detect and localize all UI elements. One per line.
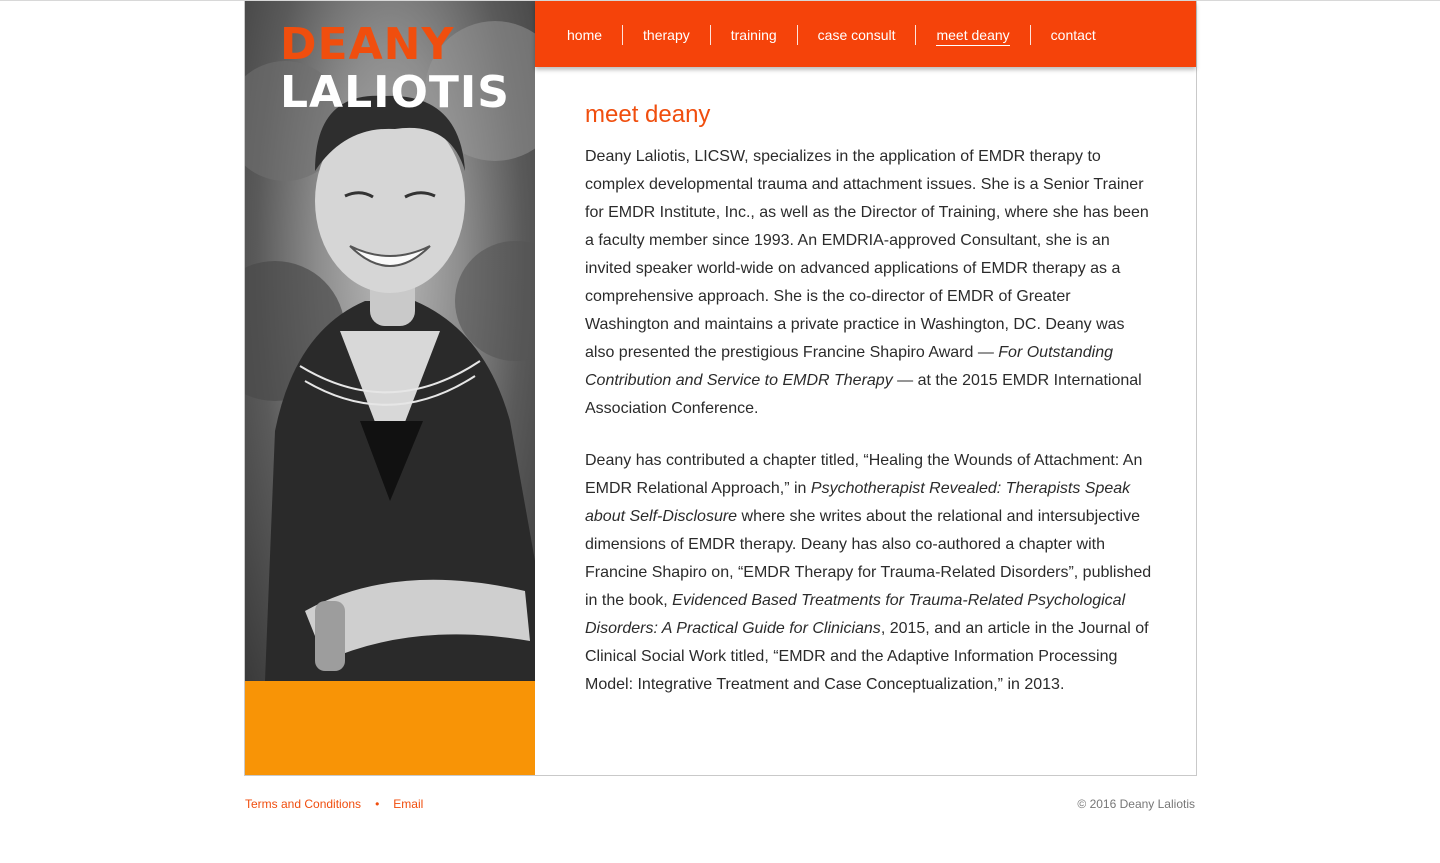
brand-logo[interactable]: DEANY LALIOTIS: [280, 23, 510, 115]
nav-label: therapy: [643, 27, 690, 43]
nav-item-case-consult[interactable]: case consult: [796, 25, 916, 45]
nav-item-training[interactable]: training: [709, 25, 797, 45]
portrait-photo: DEANY LALIOTIS: [245, 1, 535, 681]
sidebar-column: DEANY LALIOTIS: [245, 1, 535, 775]
footer-separator: •: [375, 797, 380, 811]
nav-item-meet-deany[interactable]: meet deany: [915, 25, 1029, 46]
page-frame: DEANY LALIOTIS home therapy training cas…: [244, 1, 1197, 776]
brand-last-name: LALIOTIS: [280, 67, 510, 118]
terms-link[interactable]: Terms and Conditions: [245, 797, 361, 811]
nav-item-therapy[interactable]: therapy: [622, 25, 710, 45]
sidebar-color-block: [245, 681, 535, 775]
copyright: © 2016 Deany Laliotis: [1077, 797, 1195, 811]
nav-label: training: [730, 27, 777, 43]
nav-item-contact[interactable]: contact: [1029, 25, 1116, 45]
page-title: meet deany: [585, 101, 711, 128]
footer-links: Terms and Conditions • Email: [245, 797, 423, 811]
main-nav-bar: home therapy training case consult meet …: [535, 1, 1196, 67]
brand-first-name: DEANY: [280, 19, 455, 70]
bio-text: Deany Laliotis, LICSW, specializes in th…: [585, 148, 1149, 361]
nav-label: meet deany: [936, 27, 1010, 46]
nav-label: home: [567, 27, 603, 43]
nav-label: case consult: [817, 27, 896, 43]
main-content: meet deany Deany Laliotis, LICSW, specia…: [585, 97, 1155, 723]
bio-paragraph-2: Deany has contributed a chapter titled, …: [585, 447, 1155, 699]
email-link[interactable]: Email: [393, 797, 423, 811]
bio-paragraph-1: Deany Laliotis, LICSW, specializes in th…: [585, 143, 1155, 423]
nav-item-home[interactable]: home: [549, 25, 622, 45]
nav-label: contact: [1050, 27, 1096, 43]
main-nav: home therapy training case consult meet …: [549, 25, 1116, 46]
